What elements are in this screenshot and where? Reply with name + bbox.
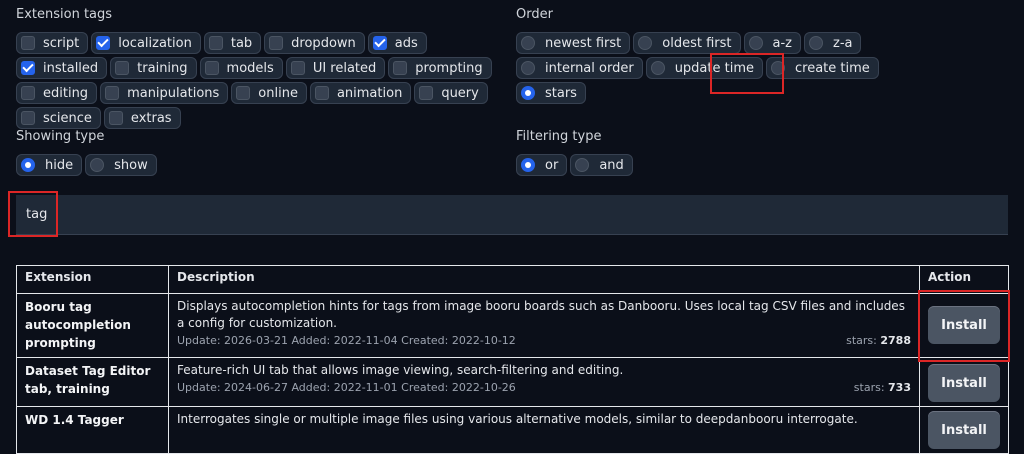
radio[interactable] xyxy=(90,158,105,172)
extension-stars: stars: 733 xyxy=(853,381,911,394)
table-header-row: Extension Description Action xyxy=(16,265,1009,294)
tag-query[interactable]: query xyxy=(414,82,488,104)
checkbox[interactable] xyxy=(105,86,120,100)
radio[interactable] xyxy=(748,36,763,50)
checkbox[interactable] xyxy=(290,61,305,75)
tag-science[interactable]: science xyxy=(16,107,101,129)
extension-description: Displays autocompletion hints for tags f… xyxy=(177,299,905,330)
extension-name[interactable]: WD 1.4 Tagger xyxy=(25,411,160,429)
table-row: Dataset Tag Editor tab, training Feature… xyxy=(16,357,1009,407)
order-label: Order xyxy=(516,7,553,22)
checkbox[interactable] xyxy=(108,111,123,125)
extension-stars: stars: 2788 xyxy=(846,334,911,347)
showing-hide[interactable]: hide xyxy=(16,154,83,176)
header-description: Description xyxy=(168,265,920,294)
extensions-table: Extension Description Action Booru tag a… xyxy=(16,265,1009,454)
checkbox[interactable] xyxy=(96,36,111,50)
tag-editing[interactable]: editing xyxy=(16,82,98,104)
install-button[interactable]: Install xyxy=(928,364,1000,402)
filtering-and[interactable]: and xyxy=(570,154,633,176)
checkbox[interactable] xyxy=(393,61,408,75)
extension-tags-group: script localization tab dropdown ads ins… xyxy=(16,32,511,129)
radio[interactable] xyxy=(521,36,535,50)
checkbox[interactable] xyxy=(314,86,329,100)
radio[interactable] xyxy=(650,61,665,75)
tag-animation[interactable]: animation xyxy=(309,82,412,104)
extension-description: Feature-rich UI tab that allows image vi… xyxy=(177,363,624,377)
tag-extras[interactable]: extras xyxy=(103,107,181,129)
checkbox[interactable] xyxy=(269,36,284,50)
extension-tags-label: Extension tags xyxy=(16,7,113,22)
checkbox[interactable] xyxy=(372,36,387,50)
checkbox[interactable] xyxy=(204,61,219,75)
tag-script[interactable]: script xyxy=(16,32,89,54)
order-a-z[interactable]: a-z xyxy=(743,32,801,54)
install-button[interactable]: Install xyxy=(928,411,1000,449)
tag-ads[interactable]: ads xyxy=(367,32,427,54)
filtering-type-group: or and xyxy=(516,154,716,176)
checkbox[interactable] xyxy=(208,36,223,50)
tag-dropdown[interactable]: dropdown xyxy=(264,32,365,54)
header-extension: Extension xyxy=(16,265,169,294)
radio[interactable] xyxy=(575,158,590,172)
checkbox[interactable] xyxy=(21,86,35,100)
tag-installed[interactable]: installed xyxy=(16,57,108,79)
extension-name[interactable]: Dataset Tag Editor tab, training xyxy=(25,362,160,398)
checkbox[interactable] xyxy=(115,61,130,75)
order-newest-first[interactable]: newest first xyxy=(516,32,631,54)
table-row: Booru tag autocompletion prompting Displ… xyxy=(16,293,1009,358)
radio[interactable] xyxy=(521,61,535,75)
search-input[interactable]: tag xyxy=(16,195,1008,235)
extension-description: Interrogates single or multiple image fi… xyxy=(177,412,858,426)
tag-ui-related[interactable]: UI related xyxy=(285,57,386,79)
radio[interactable] xyxy=(521,86,535,100)
tag-training[interactable]: training xyxy=(110,57,197,79)
table-row: WD 1.4 Tagger Interrogates single or mul… xyxy=(16,406,1009,454)
extension-dates: Update: 2024-06-27 Added: 2022-11-01 Cre… xyxy=(177,381,516,394)
radio[interactable] xyxy=(809,36,823,50)
checkbox[interactable] xyxy=(236,86,251,100)
stars-highlight xyxy=(710,53,784,94)
extension-name[interactable]: Booru tag autocompletion prompting xyxy=(25,298,160,352)
tag-prompting[interactable]: prompting xyxy=(388,57,492,79)
showing-type-group: hide show xyxy=(16,154,216,176)
tag-online[interactable]: online xyxy=(231,82,307,104)
checkbox[interactable] xyxy=(21,36,35,50)
order-stars[interactable]: stars xyxy=(516,82,586,104)
radio[interactable] xyxy=(638,36,653,50)
showing-show[interactable]: show xyxy=(85,154,157,176)
radio[interactable] xyxy=(521,158,535,172)
checkbox[interactable] xyxy=(419,86,434,100)
showing-type-label: Showing type xyxy=(16,129,105,144)
search-highlight xyxy=(8,191,58,237)
order-internal-order[interactable]: internal order xyxy=(516,57,643,79)
extension-dates: Update: 2026-03-21 Added: 2022-11-04 Cre… xyxy=(177,334,516,347)
tag-manipulations[interactable]: manipulations xyxy=(100,82,229,104)
order-z-a[interactable]: z-a xyxy=(804,32,862,54)
filtering-type-label: Filtering type xyxy=(516,129,602,144)
filtering-or[interactable]: or xyxy=(516,154,568,176)
tag-localization[interactable]: localization xyxy=(91,32,201,54)
tag-tab[interactable]: tab xyxy=(203,32,262,54)
radio[interactable] xyxy=(21,158,35,172)
tag-models[interactable]: models xyxy=(199,57,283,79)
order-oldest-first[interactable]: oldest first xyxy=(633,32,741,54)
checkbox[interactable] xyxy=(21,111,35,125)
install-highlight xyxy=(918,290,1010,362)
checkbox[interactable] xyxy=(21,61,35,75)
